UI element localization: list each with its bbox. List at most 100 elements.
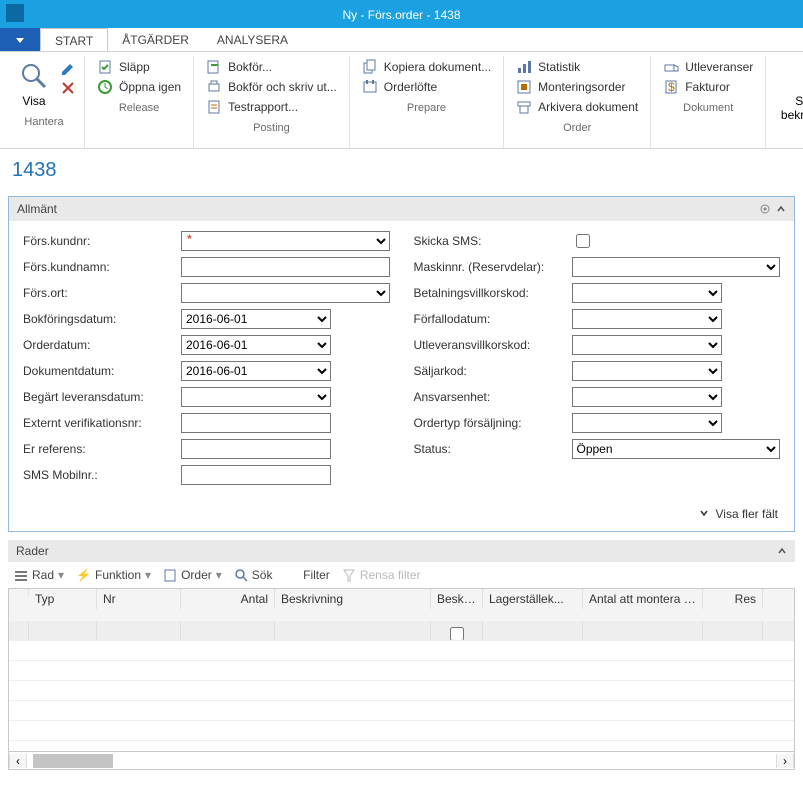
invoice-icon: $ <box>663 79 679 95</box>
label-utlev: Utleveransvillkorskod: <box>414 338 564 352</box>
extver-field[interactable] <box>181 413 331 433</box>
general-header[interactable]: Allmänt <box>9 197 794 221</box>
col-antatt[interactable]: Antal att montera m... <box>583 589 703 609</box>
scroll-thumb[interactable] <box>33 754 113 768</box>
arkivera-button[interactable]: Arkivera dokument <box>512 98 642 116</box>
ribbon-group-hantera: Visa Hantera <box>4 56 85 148</box>
ribbon-group-release: Släpp Öppna igen Release <box>85 56 194 148</box>
menu-bar: START ÅTGÄRDER ANALYSERA <box>0 28 803 52</box>
betvillkor-field[interactable] <box>572 283 722 303</box>
ordertyp-field[interactable] <box>572 413 722 433</box>
collapse-icon[interactable] <box>777 546 787 556</box>
grid-body[interactable] <box>9 621 794 751</box>
general-title: Allmänt <box>17 202 57 216</box>
monteringsorder-button[interactable]: Monteringsorder <box>512 78 642 96</box>
col-nr[interactable]: Nr <box>97 589 181 609</box>
edit-icon[interactable] <box>60 60 76 76</box>
fakturor-button[interactable]: $Fakturor <box>659 78 757 96</box>
rensa-filter-button[interactable]: Rensa filter <box>342 568 421 582</box>
orderlofte-button[interactable]: Orderlöfte <box>358 78 495 96</box>
tab-atgarder[interactable]: ÅTGÄRDER <box>108 28 203 51</box>
statistik-button[interactable]: Statistik <box>512 58 642 76</box>
saljarkod-field[interactable] <box>572 361 722 381</box>
col-besk[interactable]: Beskrivning <box>275 589 431 609</box>
col-beskf[interactable]: Besk... Fet <box>431 589 483 609</box>
order-menu[interactable]: Order▾ <box>163 568 222 582</box>
bokfor-button[interactable]: Bokför... <box>202 58 341 76</box>
col-lager[interactable]: Lagerställek... <box>483 589 583 609</box>
col-antal[interactable]: Antal <box>181 589 275 609</box>
kundnamn-field[interactable] <box>181 257 390 277</box>
shipment-icon <box>663 59 679 75</box>
skickasms-checkbox[interactable] <box>576 234 590 248</box>
ribbon-caption-dokument: Dokument <box>659 100 757 118</box>
label-skickasms: Skicka SMS: <box>414 234 564 248</box>
ribbon-group-prepare: Kopiera dokument... Orderlöfte Prepare <box>350 56 504 148</box>
bokfdatum-field[interactable]: 2016-06-01 <box>181 309 331 329</box>
ort-field[interactable] <box>181 283 390 303</box>
testrapport-button[interactable]: Testrapport... <box>202 98 341 116</box>
slapp-button[interactable]: Släpp <box>93 58 185 76</box>
filter-button[interactable]: Filter <box>303 568 330 582</box>
window-title: Ny - Förs.order - 1438 <box>342 8 460 22</box>
lines-header[interactable]: Rader <box>8 540 795 562</box>
orderdatum-field[interactable]: 2016-06-01 <box>181 335 331 355</box>
status-field[interactable]: Öppen <box>572 439 781 459</box>
ansvar-field[interactable] <box>572 387 722 407</box>
label-erref: Er referens: <box>23 442 173 456</box>
print-icon <box>799 60 803 92</box>
table-row[interactable] <box>9 721 794 741</box>
table-row[interactable] <box>9 661 794 681</box>
table-row[interactable] <box>9 621 794 641</box>
visa-button[interactable]: Visa <box>12 58 56 110</box>
promise-icon <box>362 79 378 95</box>
funktion-menu[interactable]: ⚡Funktion▾ <box>76 568 151 582</box>
erref-field[interactable] <box>181 439 331 459</box>
scroll-left-icon[interactable]: ‹ <box>9 754 27 768</box>
dokdatum-field[interactable]: 2016-06-01 <box>181 361 331 381</box>
visa-label: Visa <box>22 94 45 108</box>
oppna-igen-button[interactable]: Öppna igen <box>93 78 185 96</box>
table-row[interactable] <box>9 681 794 701</box>
col-res[interactable]: Res <box>703 589 763 609</box>
skrivut-bekraftelse-button[interactable]: Skriv ut bekräftelse... <box>774 58 803 124</box>
gear-icon[interactable] <box>758 202 772 216</box>
scroll-right-icon[interactable]: › <box>776 754 794 768</box>
kundnr-field[interactable] <box>181 231 390 251</box>
utlev-field[interactable] <box>572 335 722 355</box>
label-kundnr: Förs.kundnr: <box>23 234 173 248</box>
more-fields-toggle[interactable]: Visa fler fält <box>699 507 778 521</box>
grid-hscrollbar[interactable]: ‹ › <box>9 751 794 769</box>
file-dropdown[interactable] <box>0 28 40 51</box>
collapse-icon[interactable] <box>776 204 786 214</box>
tab-analysera[interactable]: ANALYSERA <box>203 28 302 51</box>
label-ort: Förs.ort: <box>23 286 173 300</box>
ribbon-caption-release: Release <box>93 100 185 118</box>
sok-button[interactable]: Sök <box>234 568 273 582</box>
post-print-icon <box>206 79 222 95</box>
tab-start[interactable]: START <box>40 28 108 51</box>
lines-toolbar: Rad▾ ⚡Funktion▾ Order▾ Sök Filter Rensa … <box>8 562 795 588</box>
label-dokdatum: Dokumentdatum: <box>23 364 173 378</box>
col-typ[interactable]: Typ <box>29 589 97 609</box>
skrivut-label: Skriv ut bekräftelse... <box>780 94 803 122</box>
delete-icon[interactable] <box>60 80 76 96</box>
rad-menu[interactable]: Rad▾ <box>14 568 64 582</box>
table-row[interactable] <box>9 701 794 721</box>
table-row[interactable] <box>9 641 794 661</box>
release-icon <box>97 59 113 75</box>
copy-doc-icon <box>362 59 378 75</box>
svg-text:$: $ <box>668 80 675 94</box>
forfall-field[interactable] <box>572 309 722 329</box>
ribbon-group-order: Statistik Monteringsorder Arkivera dokum… <box>504 56 651 148</box>
bokfor-skrivut-button[interactable]: Bokför och skriv ut... <box>202 78 341 96</box>
levdatum-field[interactable] <box>181 387 331 407</box>
lines-grid: Typ Nr Antal Beskrivning Besk... Fet Lag… <box>8 588 795 770</box>
grid-header: Typ Nr Antal Beskrivning Besk... Fet Lag… <box>9 589 794 621</box>
sms-field[interactable] <box>181 465 331 485</box>
maskin-field[interactable] <box>572 257 781 277</box>
kopiera-dokument-button[interactable]: Kopiera dokument... <box>358 58 495 76</box>
utleveranser-button[interactable]: Utleveranser <box>659 58 757 76</box>
ribbon-group-dokument: Utleveranser $Fakturor Dokument <box>651 56 766 148</box>
beskfet-checkbox[interactable] <box>450 627 464 640</box>
